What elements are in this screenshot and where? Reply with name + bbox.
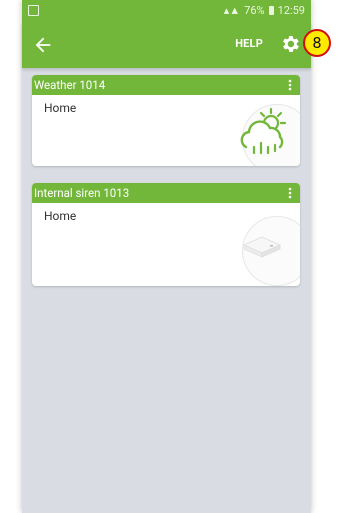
device-card[interactable]: Internal siren 1013 Home (32, 183, 300, 286)
more-options-icon[interactable] (288, 187, 292, 199)
siren-icon (242, 236, 282, 258)
device-room: Home (44, 101, 77, 115)
battery-icon (268, 6, 274, 15)
status-bar: ▴▲ 76% 12:59 (22, 0, 311, 22)
signal-icon: ▴▲ (223, 4, 241, 17)
device-name: Weather 1014 (34, 78, 106, 92)
device-name: Internal siren 1013 (34, 186, 130, 200)
device-card-body: Home (32, 95, 300, 166)
app-screen: ▴▲ 76% 12:59 HELP Weather 1014 Home Inte… (22, 0, 311, 513)
weather-icon (240, 107, 287, 155)
annotation-badge: 8 (303, 29, 331, 57)
device-card-header: Internal siren 1013 (32, 183, 300, 203)
device-card-header: Weather 1014 (32, 75, 300, 95)
status-indicators: ▴▲ 76% 12:59 (224, 4, 305, 17)
more-options-icon[interactable] (288, 79, 292, 91)
back-arrow-icon[interactable] (32, 34, 54, 56)
toolbar: HELP (22, 22, 311, 68)
battery-percent: 76% (244, 4, 265, 17)
device-card[interactable]: Weather 1014 Home (32, 75, 300, 166)
device-room: Home (44, 209, 77, 223)
gear-icon[interactable] (279, 33, 301, 55)
device-card-body: Home (32, 203, 300, 286)
clock: 12:59 (277, 4, 305, 17)
gallery-icon (28, 5, 39, 16)
help-button[interactable]: HELP (235, 37, 263, 50)
